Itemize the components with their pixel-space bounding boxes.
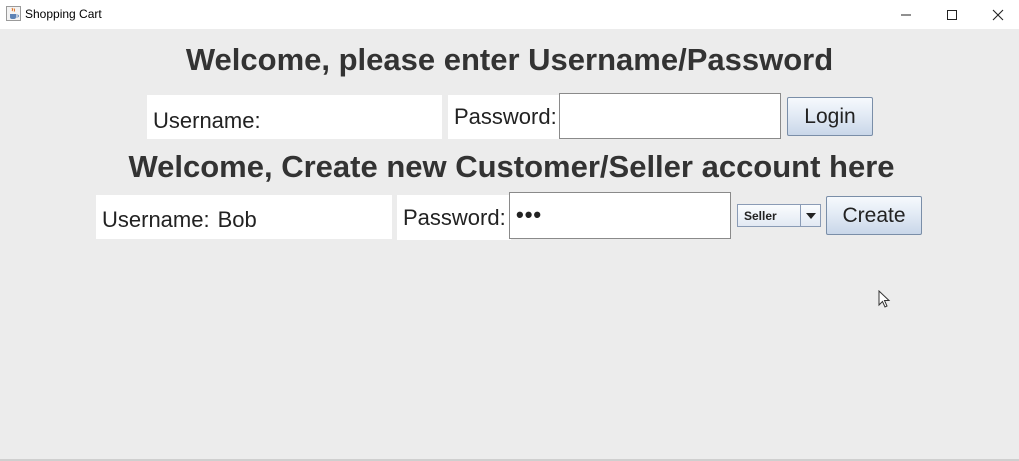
content-panel: [0, 29, 1019, 459]
minimize-icon: [901, 14, 911, 15]
create-password-masked: •••: [516, 201, 543, 227]
create-username-label: Username:: [102, 207, 210, 232]
login-heading: Welcome, please enter Username/Password: [185, 42, 834, 77]
login-username-label: Username:: [153, 108, 261, 133]
java-cup-icon: [6, 6, 21, 21]
close-button[interactable]: [975, 0, 1019, 29]
create-username-field[interactable]: Username: Bob: [96, 195, 392, 239]
create-heading: Welcome, Create new Customer/Seller acco…: [128, 149, 895, 184]
chevron-down-icon: [805, 212, 816, 219]
dropdown-arrow[interactable]: [800, 205, 820, 226]
login-button[interactable]: Login: [787, 97, 873, 136]
create-password-label: Password:: [397, 195, 511, 240]
account-type-select[interactable]: Seller: [737, 204, 821, 227]
create-button[interactable]: Create: [826, 196, 922, 235]
maximize-button[interactable]: [929, 0, 975, 29]
window-titlebar: Shopping Cart: [0, 0, 1019, 29]
login-username-field[interactable]: Username:: [147, 95, 442, 139]
login-password-input[interactable]: [559, 93, 781, 139]
login-password-label-text: Password:: [454, 104, 557, 129]
create-password-label-text: Password:: [403, 204, 506, 230]
account-type-value: Seller: [744, 209, 777, 223]
close-icon: [992, 9, 1004, 20]
create-username-value: Bob: [217, 207, 257, 232]
create-password-input[interactable]: •••: [509, 192, 731, 239]
minimize-button[interactable]: [883, 0, 929, 29]
login-password-label: Password:: [448, 95, 560, 139]
window-title: Shopping Cart: [25, 7, 102, 21]
mouse-pointer-icon: [878, 290, 891, 308]
maximize-icon: [947, 9, 957, 20]
